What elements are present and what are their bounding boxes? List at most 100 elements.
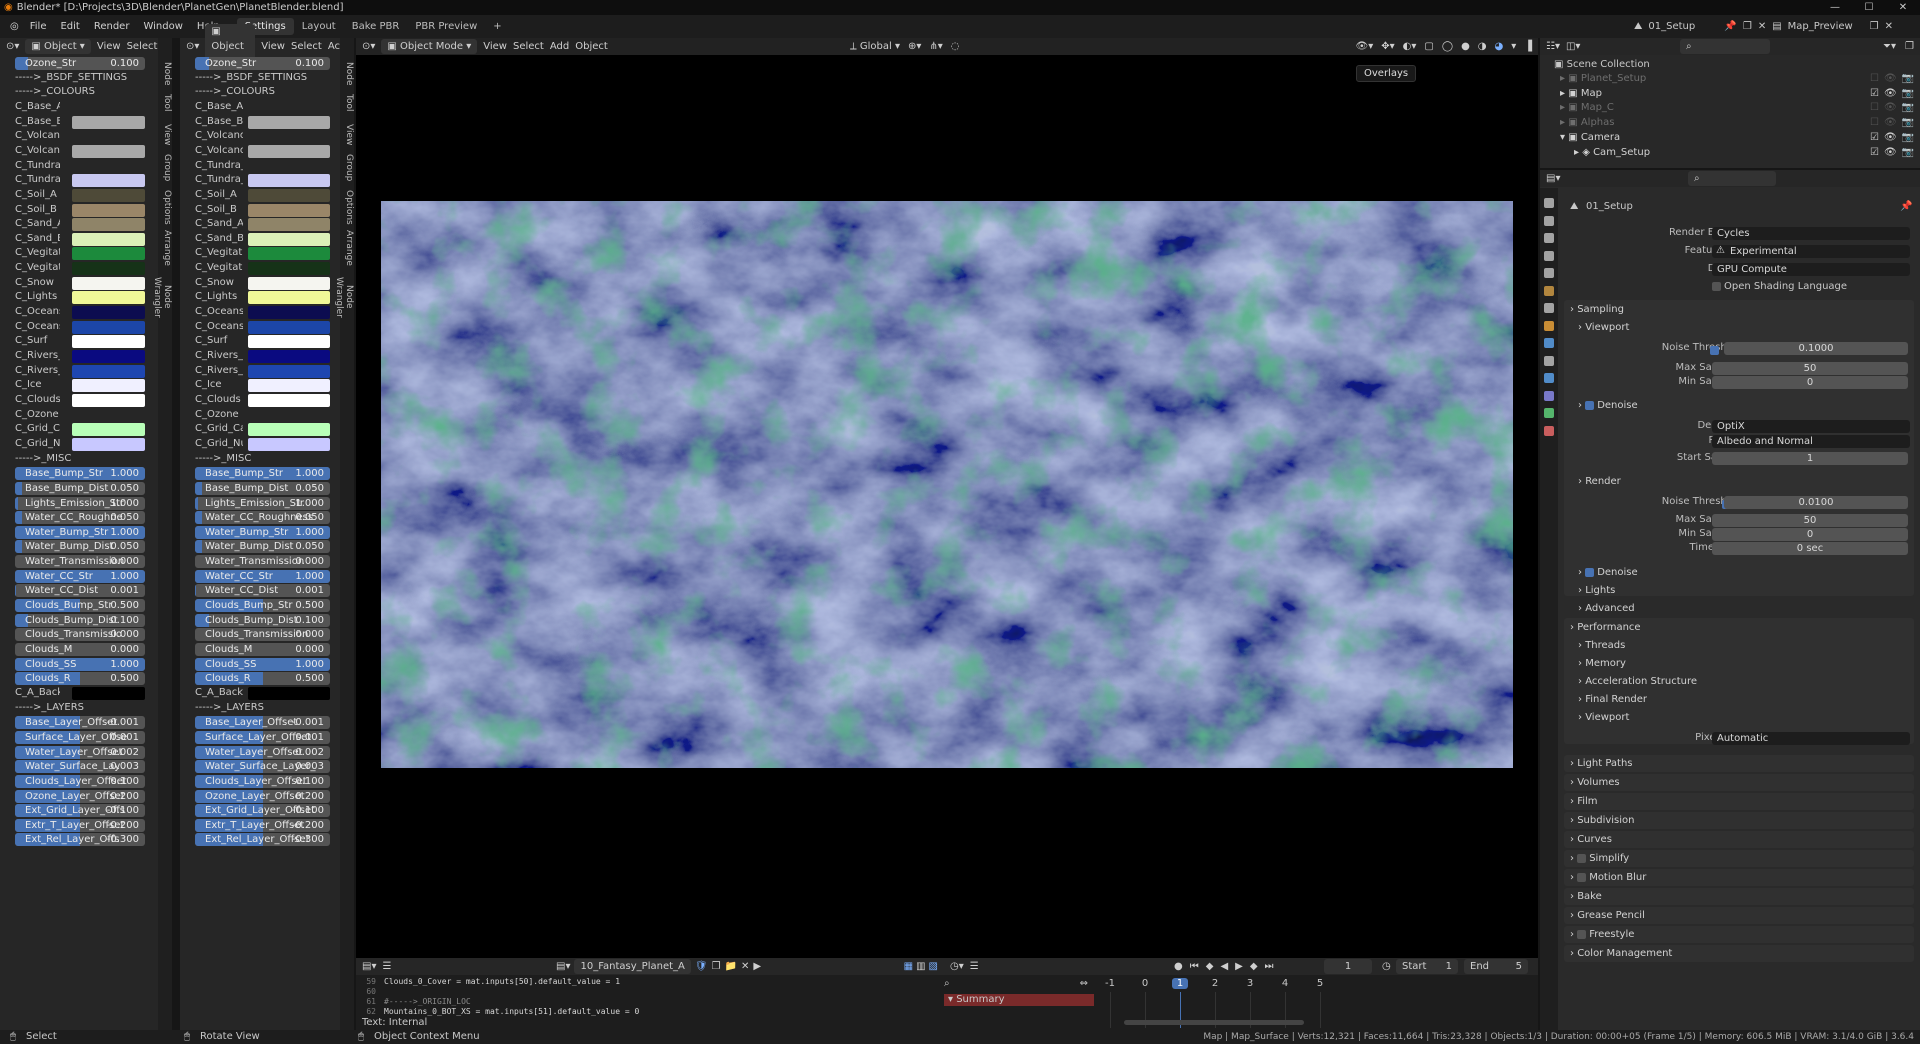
time-limit-field[interactable]: 0 sec: [1712, 542, 1908, 555]
slider-surface-layer-offse[interactable]: Surface_Layer_Offset 0.001: [195, 730, 330, 744]
slider-lights-emission-str[interactable]: Lights_Emission_Str 1.000: [15, 496, 145, 510]
select-menu[interactable]: Select: [291, 41, 322, 52]
camera-render-icon[interactable]: 📷: [1902, 130, 1914, 145]
slider-ozone-layer-offset[interactable]: Ozone_Layer_Offset 0.200: [195, 789, 330, 803]
start-frame-field[interactable]: Start 1: [1396, 959, 1458, 974]
viewport-menu-select[interactable]: Select: [513, 41, 544, 52]
delete-view-layer-icon[interactable]: ✕: [1885, 21, 1893, 32]
add-workspace-button[interactable]: +: [485, 18, 509, 35]
word-wrap-toggle[interactable]: ▥: [916, 961, 925, 972]
snap-icon[interactable]: ⋔▾: [929, 41, 942, 52]
color-swatch-c-volcan[interactable]: [72, 130, 145, 144]
color-swatch-c-oceans-b[interactable]: [248, 320, 330, 334]
color-swatch-c-grid-ca[interactable]: [72, 423, 145, 437]
slider-clouds-r[interactable]: Clouds_R 0.500: [15, 672, 145, 686]
color-swatch-c-rivers-a[interactable]: [72, 350, 145, 363]
color-swatch-c-base-a[interactable]: [72, 100, 145, 114]
sampling-viewport-section[interactable]: › Viewport: [1578, 320, 1629, 335]
viewport-menu-object[interactable]: Object: [575, 41, 608, 52]
expand-collection-icon[interactable]: ▸ ◈: [1574, 147, 1593, 158]
gizmo-icon[interactable]: ✥▾: [1381, 41, 1394, 52]
slider-clouds-transmissio[interactable]: Clouds_Transmissio 0.000: [15, 628, 145, 642]
render-engine-dropdown[interactable]: Cycles: [1712, 227, 1910, 240]
color-swatch-c-volcan[interactable]: [248, 130, 330, 144]
text-file-selector[interactable]: 10_Fantasy_Planet_A: [574, 959, 691, 974]
color-swatch-c-ice[interactable]: [72, 379, 145, 393]
interaction-mode-dropdown[interactable]: ▣ Object Mode ▾: [381, 39, 478, 54]
slider-clouds-bump-dist[interactable]: Clouds_Bump_Dist 0.100: [195, 613, 330, 627]
sidebar-toggle-icon[interactable]: ▐: [1524, 41, 1532, 52]
sidebar-tab-tool[interactable]: Tool: [158, 90, 172, 116]
color-swatch-c-a-back[interactable]: [248, 686, 330, 700]
color-swatch-c-clouds[interactable]: [72, 393, 145, 407]
sidebar-tab-view[interactable]: View: [340, 120, 354, 146]
threads-section[interactable]: › Threads: [1578, 638, 1625, 653]
sidebar-tab-options[interactable]: Options: [340, 186, 354, 225]
transform-orientation-dropdown[interactable]: ⟂ Global ▾: [850, 41, 900, 52]
outliner-item-map-c[interactable]: ▸ ▣ Map_C ☐ 👁 📷: [1560, 100, 1914, 115]
shading-options-icon[interactable]: ▾: [1511, 41, 1516, 52]
slider-water-cc-dist[interactable]: Water_CC_Dist 0.001: [195, 584, 330, 598]
workspace-tab-layout[interactable]: Layout: [294, 18, 344, 35]
color-swatch-c-vegitati[interactable]: [72, 247, 145, 261]
slider-clouds-transmissio[interactable]: Clouds_Transmission 0.000: [195, 628, 330, 642]
slider-clouds-r[interactable]: Clouds_R 0.500: [195, 672, 330, 686]
outliner-scene-collection[interactable]: ▣ Scene Collection: [1554, 57, 1650, 72]
outliner-search-input[interactable]: ⌕: [1680, 39, 1770, 54]
render-max-samples-field[interactable]: 50: [1712, 514, 1908, 527]
camera-render-icon[interactable]: 📷: [1902, 71, 1914, 86]
noise-threshold-checkbox[interactable]: [1710, 345, 1719, 355]
eye-icon[interactable]: 👁: [1884, 86, 1897, 101]
expand-collection-icon[interactable]: ▸ ▣: [1560, 88, 1581, 99]
object-mode-dropdown[interactable]: ▣ Object ▾: [25, 39, 91, 54]
sampling-render-section[interactable]: › Render: [1578, 474, 1621, 489]
render-min-samples-field[interactable]: 0: [1712, 528, 1908, 541]
sidebar-tab-node[interactable]: Node: [340, 58, 354, 86]
pin-icon[interactable]: 📌: [1724, 21, 1736, 32]
blender-menu-icon[interactable]: ◎: [6, 21, 23, 32]
modifiers-tab-icon[interactable]: [1544, 338, 1554, 348]
feature-set-dropdown[interactable]: Experimental: [1712, 245, 1910, 258]
sidebar-tab-view[interactable]: View: [158, 120, 172, 146]
slider-water-surface-lay[interactable]: Water_Surface_Layer_ 0.003: [195, 760, 330, 774]
eye-icon[interactable]: 👁: [1884, 145, 1897, 160]
color-swatch-c-grid-nu[interactable]: [248, 437, 330, 451]
color-swatch-c-vegitati[interactable]: [248, 262, 330, 276]
view-menu[interactable]: View: [97, 41, 121, 52]
slider-water-transmission[interactable]: Water_Transmission 0.000: [15, 555, 145, 569]
light-paths-section[interactable]: › Light Paths: [1570, 756, 1633, 771]
editor-type-icon[interactable]: ⊙▾: [186, 41, 199, 52]
maximize-button[interactable]: ☐: [1852, 0, 1886, 15]
constraints-tab-icon[interactable]: [1544, 390, 1554, 401]
tool-tab-icon[interactable]: [1544, 198, 1554, 208]
slider-water-cc-roughne[interactable]: Water_CC_Roughness 0.050: [195, 511, 330, 525]
pin-icon[interactable]: 📌: [1900, 201, 1912, 212]
color-management-section[interactable]: › Color Management: [1570, 946, 1672, 961]
search-icon[interactable]: ⌕: [944, 978, 950, 989]
color-swatch-c-base-a[interactable]: [248, 100, 330, 114]
motion-blur-section[interactable]: › Motion Blur: [1570, 870, 1646, 885]
slider-ozone-str[interactable]: Ozone_Str 0.100: [195, 57, 330, 70]
camera-render-icon[interactable]: 📷: [1902, 115, 1914, 130]
volumes-section[interactable]: › Volumes: [1570, 775, 1620, 790]
sidebar-tab-group[interactable]: Group: [340, 150, 354, 182]
select-menu[interactable]: Select: [127, 41, 158, 52]
record-icon[interactable]: ●: [1174, 961, 1183, 972]
slider-water-layer-offset[interactable]: Water_Layer_Offset 0.002: [15, 745, 145, 759]
exclude-checkbox[interactable]: ☐: [1870, 71, 1879, 86]
arrows-icon[interactable]: ⇔: [1080, 978, 1088, 989]
shading-material-icon[interactable]: ◑: [1478, 41, 1487, 52]
play-icon[interactable]: ▶: [1235, 961, 1243, 972]
color-swatch-c-clouds[interactable]: [248, 393, 330, 407]
physics-tab-icon[interactable]: [1544, 373, 1554, 383]
slider-extr-t-layer-offset[interactable]: Extr_T_Layer_Offset -0.200: [195, 818, 330, 832]
viewport-min-samples-field[interactable]: 0: [1712, 376, 1908, 389]
eye-icon[interactable]: 👁: [1884, 130, 1897, 145]
slider-ext-grid-layer-offs[interactable]: Ext_Grid_Layer_Offset -0.100: [195, 804, 330, 818]
slider-clouds-m[interactable]: Clouds_M 0.000: [15, 643, 145, 656]
sidebar-tab-node[interactable]: Node: [158, 58, 172, 86]
prev-keyframe-icon[interactable]: ◆: [1206, 961, 1214, 972]
render-noise-threshold-field[interactable]: 0.0100: [1724, 496, 1908, 509]
color-swatch-c-tundra-b[interactable]: [248, 174, 330, 188]
syntax-highlight-toggle[interactable]: ▧: [929, 961, 938, 972]
